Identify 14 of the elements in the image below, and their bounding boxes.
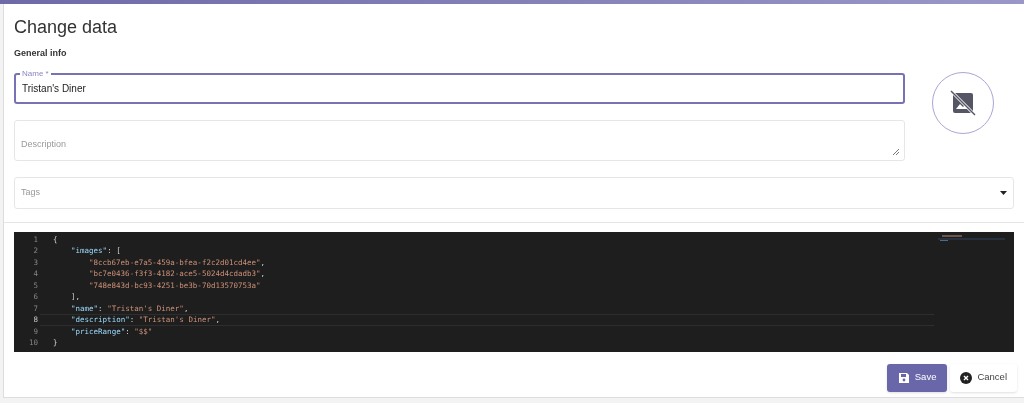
dropdown-caret-icon	[1000, 190, 1007, 195]
save-button[interactable]: Save	[886, 363, 948, 392]
resize-grip-icon[interactable]	[892, 147, 899, 155]
no-image-icon	[950, 89, 976, 116]
field-label: Name *	[20, 68, 51, 78]
description-field[interactable]: Description	[14, 119, 905, 161]
code-editor[interactable]	[14, 231, 1014, 352]
cancel-button[interactable]: Cancel	[950, 363, 1017, 392]
section-heading: General info	[14, 47, 67, 60]
minimap	[938, 233, 1006, 244]
name-field[interactable]: Name * Tristan's Diner	[14, 72, 905, 104]
dialog-title: Change data	[14, 16, 118, 38]
close-icon	[960, 371, 973, 384]
tags-select[interactable]: Tags	[14, 176, 1014, 209]
